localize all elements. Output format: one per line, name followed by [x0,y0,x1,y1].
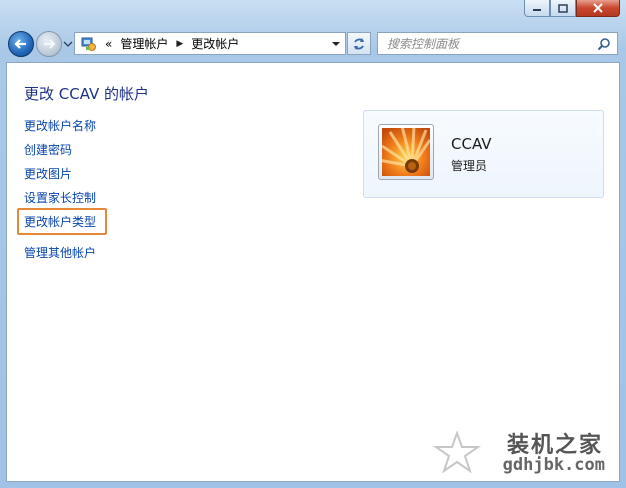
change-account-name-link[interactable]: 更改帐户名称 [24,117,96,134]
back-arrow-icon [14,39,26,49]
avatar [377,124,434,180]
close-icon [593,3,603,13]
account-card: CCAV 管理员 [363,110,604,198]
refresh-button[interactable] [347,32,371,55]
highlight-box [17,208,107,235]
change-picture-link[interactable]: 更改图片 [24,165,72,182]
control-panel-icon [81,37,96,51]
manage-other-accounts-link[interactable]: 管理其他帐户 [24,244,96,261]
forward-button[interactable] [36,31,62,57]
page-title: 更改 CCAV 的帐户 [24,85,150,103]
explorer-window: « 管理帐户 ▶ 更改帐户 搜索控制面板 更改 CCAV 的帐户 更改帐户名称 … [0,0,626,488]
create-password-link[interactable]: 创建密码 [24,141,72,158]
title-bar [0,0,626,24]
minimize-icon [533,9,541,11]
breadcrumb-item-change-account[interactable]: 更改帐户 [191,35,239,52]
watermark-url: gdhjbk.com [502,455,605,475]
star-logo-icon [433,431,481,473]
search-input[interactable]: 搜索控制面板 [387,35,597,52]
maximize-icon [558,3,568,13]
account-role: 管理员 [451,159,488,173]
address-bar[interactable]: « 管理帐户 ▶ 更改帐户 [74,32,346,55]
breadcrumb-item-manage-accounts[interactable]: 管理帐户 [120,35,168,52]
parental-controls-link[interactable]: 设置家长控制 [24,189,96,206]
orange-flower-picture-icon [377,125,432,176]
account-name: CCAV [451,135,492,153]
close-button[interactable] [576,0,620,17]
recent-pages-dropdown-icon[interactable] [63,39,73,49]
address-dropdown-icon[interactable] [331,40,341,48]
search-icon[interactable] [597,37,611,51]
refresh-icon [354,37,364,50]
minimize-button[interactable] [524,0,550,17]
caption-buttons [524,0,620,18]
content-pane: 更改 CCAV 的帐户 更改帐户名称 创建密码 更改图片 设置家长控制 更改帐户… [6,62,620,482]
navigation-bar: « 管理帐户 ▶ 更改帐户 搜索控制面板 [0,24,626,62]
forward-arrow-icon [44,39,56,49]
maximize-button[interactable] [550,0,576,17]
breadcrumb-separator-icon[interactable]: ▶ [176,39,183,49]
back-button[interactable] [8,31,34,57]
search-box[interactable]: 搜索控制面板 [377,32,618,55]
breadcrumb-overflow[interactable]: « [105,37,112,51]
